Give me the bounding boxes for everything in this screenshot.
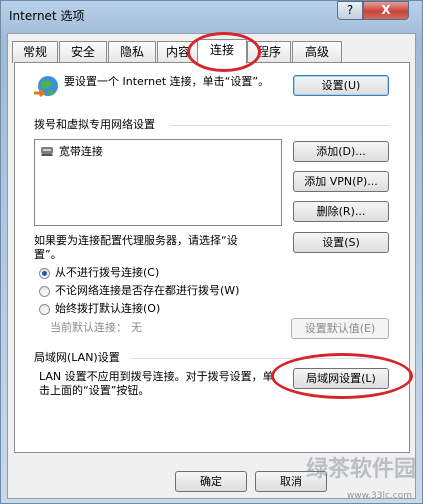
ok-button[interactable]: 确定 [175, 471, 247, 492]
radio-button[interactable] [39, 268, 50, 279]
lan-description: LAN 设置不应用到拨号连接。对于拨号设置，单击上面的“设置”按钮。 [39, 370, 274, 397]
close-icon: X [381, 3, 391, 17]
connections-list[interactable]: 宽带连接 [34, 139, 282, 226]
help-icon: ? [346, 3, 354, 17]
site-watermark: 绿茶软件园 [305, 457, 416, 482]
globe-network-icon [34, 76, 58, 98]
radio-button[interactable] [39, 286, 50, 297]
setup-description: 要设置一个 Internet 连接，单击“设置”。 [64, 75, 270, 88]
internet-options-window: Internet 选项 ? X 常规 安全 隐私 内容 连接 程序 高级 要设置… [0, 0, 423, 504]
tab-general[interactable]: 常规 [12, 41, 58, 63]
connection-name: 宽带连接 [58, 145, 103, 158]
tab-content[interactable]: 内容 [157, 41, 199, 63]
setup-button[interactable]: 设置(U) [293, 75, 389, 96]
current-default-value: 无 [131, 321, 142, 334]
title-bar[interactable]: Internet 选项 ? X [1, 1, 422, 31]
list-item[interactable]: 宽带连接 [39, 144, 103, 159]
add-vpn-button[interactable]: 添加 VPN(P)... [293, 171, 389, 192]
remove-connection-button[interactable]: 删除(R)... [293, 201, 389, 222]
dialup-heading: 拨号和虚拟专用网络设置 [34, 118, 155, 131]
radio-button[interactable] [39, 304, 50, 315]
tab-programs[interactable]: 程序 [247, 41, 291, 63]
set-default-button[interactable]: 设置默认值(E) [291, 318, 389, 339]
tab-privacy[interactable]: 隐私 [108, 41, 156, 63]
tab-connections[interactable]: 连接 [197, 39, 247, 64]
tab-advanced[interactable]: 高级 [292, 41, 342, 63]
site-watermark-url: www.33lc.com [346, 491, 412, 501]
proxy-description: 如果要为连接配置代理服务器，请选择“设置”。 [34, 234, 238, 261]
proxy-settings-button[interactable]: 设置(S) [293, 232, 389, 253]
dialup-separator [171, 125, 389, 126]
window-title: Internet 选项 [9, 9, 85, 23]
add-connection-button[interactable]: 添加(D)... [293, 141, 389, 162]
lan-settings-button[interactable]: 局域网设置(L) [293, 368, 389, 389]
close-button[interactable]: X [363, 1, 409, 20]
help-button[interactable]: ? [337, 1, 363, 20]
current-default-label: 当前默认连接： [50, 321, 127, 334]
broadband-connection-icon [41, 147, 53, 156]
lan-separator [131, 358, 389, 359]
lan-heading: 局域网(LAN)设置 [34, 351, 120, 364]
tab-security[interactable]: 安全 [59, 41, 107, 63]
